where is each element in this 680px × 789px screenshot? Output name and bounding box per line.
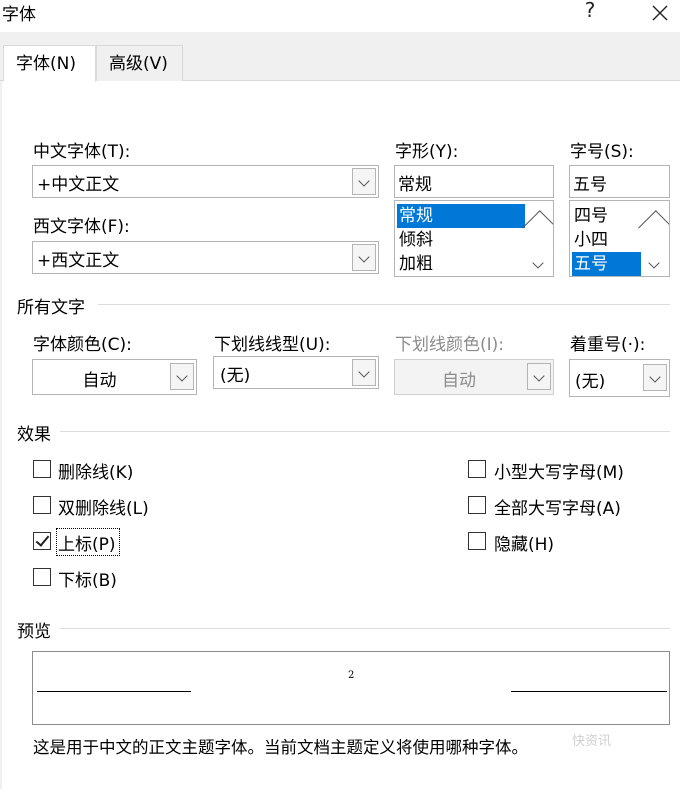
font-style-list[interactable]: 常规 倾斜 加粗: [394, 200, 554, 277]
tab-font[interactable]: 字体(N): [3, 45, 96, 82]
font-color-select[interactable]: 自动: [32, 359, 197, 395]
chevron-down-icon[interactable]: [352, 359, 376, 386]
list-item[interactable]: 倾斜: [397, 228, 433, 252]
dialog-title: 字体: [2, 5, 36, 25]
chevron-up-icon[interactable]: [522, 205, 553, 247]
underline-color-select: 自动: [394, 359, 554, 395]
divider: [98, 304, 670, 305]
title-bar: 字体 ?: [0, 0, 680, 32]
chevron-down-icon[interactable]: [643, 251, 669, 275]
underline-color-value: 自动: [442, 371, 476, 391]
strikethrough-label[interactable]: 删除线(K): [58, 458, 133, 483]
strikethrough-checkbox[interactable]: [33, 460, 51, 478]
divider: [60, 431, 670, 432]
list-item[interactable]: 五号: [572, 252, 641, 276]
western-font-label: 西文字体(F):: [33, 217, 130, 237]
preview-baseline-left: [37, 691, 191, 692]
preview-description: 这是用于中文的正文主题字体。当前文档主题定义将使用哪种字体。: [33, 738, 528, 757]
font-style-value: 常规: [398, 175, 432, 195]
underline-style-select[interactable]: (无): [213, 356, 379, 389]
chevron-down-icon[interactable]: [352, 244, 376, 271]
chevron-down-icon[interactable]: [352, 168, 376, 195]
all-caps-label[interactable]: 全部大写字母(A): [494, 494, 621, 519]
chinese-font-label: 中文字体(T):: [33, 142, 131, 162]
preview-box: 2: [32, 651, 670, 725]
check-icon: [35, 532, 50, 547]
divider: [60, 628, 670, 629]
small-caps-label[interactable]: 小型大写字母(M): [494, 458, 624, 483]
chevron-down-icon: [527, 363, 551, 390]
hidden-label[interactable]: 隐藏(H): [494, 530, 554, 555]
small-caps-checkbox[interactable]: [468, 460, 486, 478]
font-style-label: 字形(Y):: [395, 142, 459, 162]
double-strikethrough-checkbox[interactable]: [33, 496, 51, 514]
underline-color-label: 下划线颜色(I):: [395, 335, 505, 355]
chevron-down-icon[interactable]: [170, 363, 194, 390]
emphasis-select[interactable]: (无): [569, 359, 670, 397]
hidden-checkbox[interactable]: [468, 532, 486, 550]
close-icon: [652, 5, 668, 21]
chinese-font-value: +中文正文: [37, 175, 120, 195]
emphasis-value: (无): [575, 372, 606, 392]
font-style-input[interactable]: 常规: [394, 165, 554, 198]
chevron-up-icon[interactable]: [638, 205, 669, 247]
font-size-label: 字号(S):: [570, 142, 634, 162]
font-size-value: 五号: [573, 175, 607, 195]
section-preview: 预览: [17, 622, 51, 642]
scrollbar[interactable]: [638, 201, 669, 276]
tab-advanced[interactable]: 高级(V): [96, 45, 183, 81]
font-color-value: 自动: [82, 371, 117, 391]
preview-sample: 2: [348, 670, 355, 681]
scrollbar[interactable]: [522, 201, 553, 276]
emphasis-label: 着重号(·):: [570, 335, 646, 355]
font-size-list[interactable]: 四号 小四 五号: [569, 200, 670, 277]
font-size-input[interactable]: 五号: [569, 165, 670, 198]
all-caps-checkbox[interactable]: [468, 496, 486, 514]
subscript-label[interactable]: 下标(B): [58, 566, 117, 591]
double-strikethrough-label[interactable]: 双删除线(L): [58, 494, 149, 519]
subscript-checkbox[interactable]: [33, 568, 51, 586]
western-font-value: +西文正文: [37, 251, 120, 271]
watermark: 快资讯: [572, 734, 612, 749]
close-button[interactable]: [645, 0, 675, 24]
list-item[interactable]: 四号: [572, 204, 608, 228]
list-item[interactable]: 加粗: [397, 252, 433, 276]
superscript-label[interactable]: 上标(P): [58, 530, 116, 555]
superscript-checkbox[interactable]: [33, 532, 51, 550]
chinese-font-select[interactable]: +中文正文: [32, 165, 379, 198]
western-font-select[interactable]: +西文正文: [32, 241, 379, 274]
underline-style-value: (无): [220, 366, 251, 386]
help-button[interactable]: ?: [575, 0, 605, 24]
chevron-down-icon[interactable]: [527, 251, 553, 275]
section-effects: 效果: [17, 425, 51, 445]
section-all-text: 所有文字: [17, 298, 85, 318]
list-item[interactable]: 常规: [397, 204, 525, 228]
underline-style-label: 下划线线型(U):: [214, 335, 331, 355]
chevron-down-icon[interactable]: [643, 364, 667, 391]
list-item[interactable]: 小四: [572, 228, 608, 252]
font-color-label: 字体颜色(C):: [33, 335, 132, 355]
preview-baseline-right: [511, 691, 667, 692]
